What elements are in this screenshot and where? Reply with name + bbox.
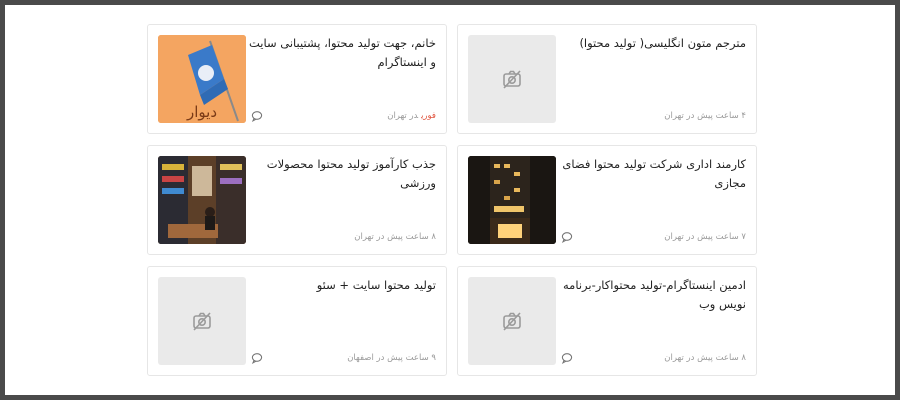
listing-image[interactable] — [468, 35, 556, 123]
chat-icon[interactable] — [561, 231, 573, 243]
listing-card[interactable]: کارمند اداری شرکت تولید محتوا فضای مجازی… — [457, 145, 757, 255]
listing-card[interactable]: مترجم متون انگلیسی( تولید محتوا) ۴ ساعت … — [457, 24, 757, 134]
listing-title[interactable]: مترجم متون انگلیسی( تولید محتوا) — [556, 34, 746, 53]
listing-meta: ۸ ساعت پیش در تهران — [354, 232, 436, 242]
listing-image[interactable]: دیوار — [158, 35, 246, 123]
listing-meta: ۸ ساعت پیش در تهران — [664, 353, 746, 363]
listing-title[interactable]: تولید محتوا سایت + سئو — [246, 276, 436, 295]
flag-watermark: دیوار — [186, 103, 217, 121]
listing-meta: فوریدر تهران — [387, 111, 436, 121]
listing-image[interactable] — [158, 156, 246, 244]
no-image-icon — [503, 312, 521, 331]
chat-icon[interactable] — [561, 352, 573, 364]
listing-card[interactable]: جذب کارآموز تولید محتوا محصولات ورزشی ۸ … — [147, 145, 447, 255]
no-image-icon — [193, 312, 211, 331]
listing-grid: خانم، جهت تولید محتوا، پشتیبانی سایت و ا… — [147, 24, 761, 376]
listing-image[interactable] — [158, 277, 246, 365]
listing-card[interactable]: تولید محتوا سایت + سئو ۹ ساعت پیش در اصف… — [147, 266, 447, 376]
listing-meta: ۹ ساعت پیش در اصفهان — [347, 353, 436, 363]
listing-image[interactable] — [468, 156, 556, 244]
listing-image[interactable] — [468, 277, 556, 365]
chat-icon[interactable] — [251, 110, 263, 122]
listing-card[interactable]: خانم، جهت تولید محتوا، پشتیبانی سایت و ا… — [147, 24, 447, 134]
listing-title[interactable]: جذب کارآموز تولید محتوا محصولات ورزشی — [246, 155, 436, 193]
listing-title[interactable]: ادمین اینستاگرام-تولید محتواکار-برنامه ن… — [556, 276, 746, 314]
listing-title[interactable]: خانم، جهت تولید محتوا، پشتیبانی سایت و ا… — [246, 34, 436, 72]
listing-title[interactable]: کارمند اداری شرکت تولید محتوا فضای مجازی — [556, 155, 746, 193]
chat-icon[interactable] — [251, 352, 263, 364]
listing-meta: ۷ ساعت پیش در تهران — [664, 232, 746, 242]
listing-card[interactable]: ادمین اینستاگرام-تولید محتواکار-برنامه ن… — [457, 266, 757, 376]
urgent-badge: فوری — [421, 111, 436, 121]
listing-meta: ۴ ساعت پیش در تهران — [664, 111, 746, 121]
no-image-icon — [503, 70, 521, 89]
